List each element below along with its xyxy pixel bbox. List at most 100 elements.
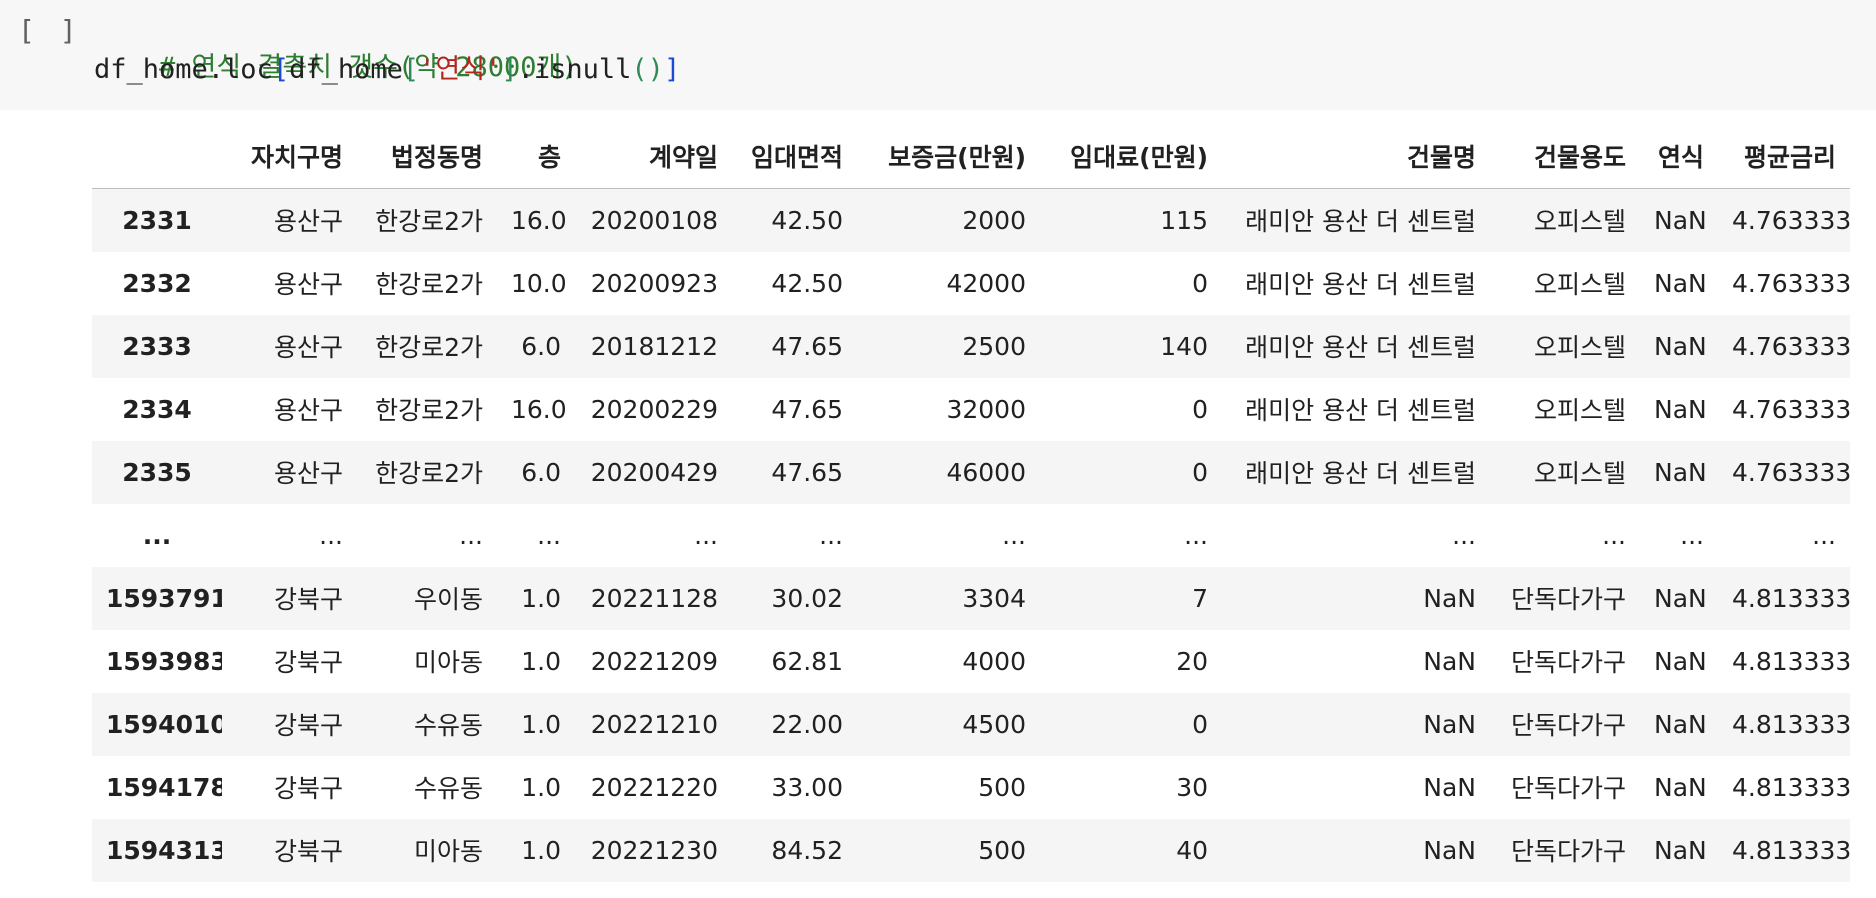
table-cell: 32000 <box>946 394 1026 424</box>
table-row: 2335 용산구 한강로2가 6.0 20200429 47.65 46000 0 래미안 용산… <box>92 440 1850 504</box>
table-cell: 0 <box>1192 394 1208 424</box>
code-token: ] <box>663 54 681 85</box>
table-cell: 강북구 <box>273 711 343 740</box>
table-cell: 한강로2가 <box>375 333 483 362</box>
table-cell: 4000 <box>962 646 1026 676</box>
table-cell: 6.0 <box>521 331 561 361</box>
table-cell: 오피스텔 <box>1533 396 1626 425</box>
table-cell: NaN <box>1654 457 1707 487</box>
table-cell: 1.0 <box>521 709 561 739</box>
table-header: 자치구명 법정동명 층 계약일 임대면적 보증금(만원) 임대료(만원) 건물명 건물용도 연식 평… <box>92 124 1850 189</box>
row-index: 2335 <box>122 457 192 487</box>
table-cell: 용산구 <box>273 459 343 488</box>
table-cell: 42.50 <box>771 268 843 298</box>
table-cell: 47.65 <box>771 394 843 424</box>
table-cell: 한강로2가 <box>375 396 483 425</box>
column-header: 자치구명 <box>222 124 357 189</box>
code-token: ) <box>647 54 664 85</box>
code-cell[interactable]: [ ] # 연식 결측치 갯수(약 28000개) df_home.loc[df… <box>0 0 1876 110</box>
code-token: df_home <box>289 54 403 85</box>
table-cell: 오피스텔 <box>1533 333 1626 362</box>
row-index: 2332 <box>122 268 192 298</box>
table-cell: 140 <box>1160 331 1208 361</box>
table-cell: 단독다가구 <box>1510 837 1626 866</box>
table-cell: NaN <box>1423 772 1476 802</box>
table-cell: ... <box>694 520 718 550</box>
table-cell: 42.50 <box>771 205 843 235</box>
table-cell: 47.65 <box>771 331 843 361</box>
table-cell: 62.81 <box>771 646 843 676</box>
table-cell: 47.65 <box>771 457 843 487</box>
table-cell: 단독다가구 <box>1510 585 1626 614</box>
code-line-expression[interactable]: df_home.loc[df_home['연식'].isnull()] <box>94 52 680 88</box>
table-cell: 4.813333 <box>1732 709 1850 739</box>
table-cell: 4.813333 <box>1732 646 1850 676</box>
table-cell: 래미안 용산 더 센트럴 <box>1245 396 1476 425</box>
column-header: 건물용도 <box>1490 124 1640 189</box>
table-cell: 42000 <box>946 268 1026 298</box>
table-cell: 16.0 <box>511 394 567 424</box>
table-cell: 20200429 <box>590 457 718 487</box>
table-cell: ... <box>1680 520 1704 550</box>
table-cell: 4.813333 <box>1732 772 1850 802</box>
table-cell: 래미안 용산 더 센트럴 <box>1245 270 1476 299</box>
column-header: 보증금(만원) <box>857 124 1040 189</box>
table-cell: 2500 <box>962 331 1026 361</box>
table-cell: NaN <box>1654 772 1707 802</box>
table-cell: 강북구 <box>273 837 343 866</box>
table-cell: 4.763333 <box>1732 205 1850 235</box>
row-index: 1594010 <box>106 709 222 739</box>
table-cell: 10.0 <box>511 268 567 298</box>
table-cell: 용산구 <box>273 270 343 299</box>
table-cell: 래미안 용산 더 센트럴 <box>1245 459 1476 488</box>
table-row: .................................... <box>92 503 1850 567</box>
table-cell: 1.0 <box>521 772 561 802</box>
dataframe-table: 자치구명 법정동명 층 계약일 임대면적 보증금(만원) 임대료(만원) 건물명 건물용도 연식 평… <box>92 124 1850 882</box>
code-token: .isnull <box>517 54 632 85</box>
table-cell: 한강로2가 <box>375 459 483 488</box>
table-row: 2332 용산구 한강로2가 10.0 20200923 42.50 42000 0 래미안 용… <box>92 251 1850 315</box>
cell-output: 자치구명 법정동명 층 계약일 임대면적 보증금(만원) 임대료(만원) 건물명 건물용도 연식 평… <box>92 124 1850 882</box>
table-cell: 0 <box>1192 709 1208 739</box>
table-cell: 500 <box>978 772 1026 802</box>
table-cell: ... <box>819 520 843 550</box>
column-header: 임대료(만원) <box>1040 124 1222 189</box>
table-cell: 20 <box>1176 646 1208 676</box>
table-cell: 1.0 <box>521 646 561 676</box>
table-cell: 4.763333 <box>1732 331 1850 361</box>
table-cell: 3304 <box>962 583 1026 613</box>
run-cell-button[interactable]: [ ] <box>18 14 81 47</box>
table-cell: ... <box>1184 520 1208 550</box>
column-header: 임대면적 <box>732 124 857 189</box>
table-cell: 40 <box>1176 835 1208 865</box>
column-header: 법정동명 <box>357 124 497 189</box>
table-cell: 4.763333 <box>1732 457 1850 487</box>
table-cell: ... <box>1002 520 1026 550</box>
table-cell: ... <box>537 520 561 550</box>
table-cell: ... <box>1812 520 1836 550</box>
row-index: 2333 <box>122 331 192 361</box>
table-cell: 46000 <box>946 457 1026 487</box>
table-cell: 수유동 <box>413 711 483 740</box>
table-row: 1593983 강북구 미아동 1.0 20221209 62.81 4000 20 NaN 단독… <box>92 629 1850 693</box>
table-cell: 2000 <box>962 205 1026 235</box>
row-index: 1593983 <box>106 646 222 676</box>
table-cell: NaN <box>1654 268 1707 298</box>
table-cell: NaN <box>1654 646 1707 676</box>
row-index: 2331 <box>122 205 192 235</box>
table-cell: 0 <box>1192 268 1208 298</box>
table-cell: ... <box>1602 520 1626 550</box>
code-token: ( <box>631 54 648 85</box>
table-cell: 수유동 <box>413 774 483 803</box>
table-cell: NaN <box>1654 709 1707 739</box>
table-cell: NaN <box>1654 835 1707 865</box>
table-cell: 단독다가구 <box>1510 711 1626 740</box>
table-cell: 84.52 <box>771 835 843 865</box>
table-cell: 20200229 <box>590 394 718 424</box>
code-token: df_home.loc <box>94 54 273 85</box>
table-cell: 한강로2가 <box>375 207 483 237</box>
table-cell: ... <box>1452 520 1476 550</box>
row-index: 1593791 <box>106 583 222 613</box>
row-index: 1594313 <box>106 835 222 865</box>
table-cell: 용산구 <box>273 396 343 425</box>
